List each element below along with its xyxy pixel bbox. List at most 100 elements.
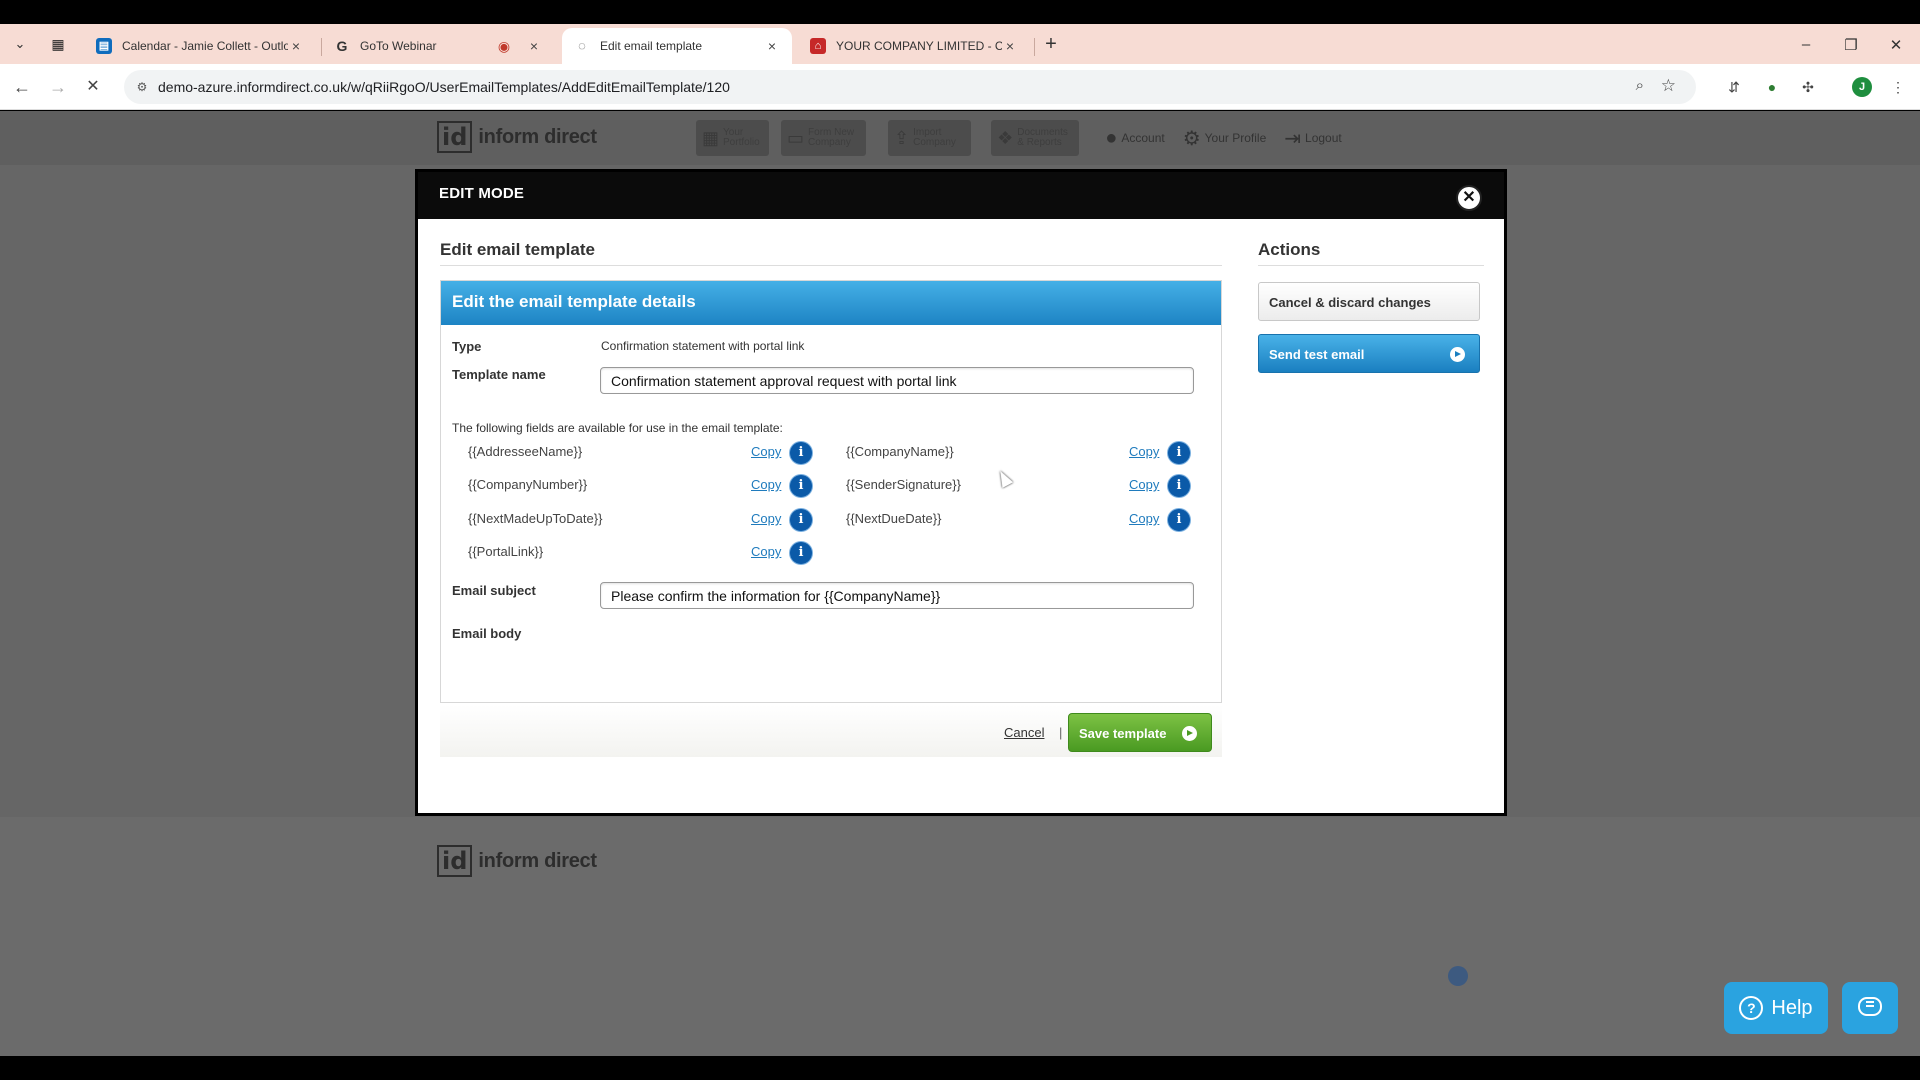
email-subject-input[interactable]	[600, 582, 1194, 609]
question-icon: ?	[1739, 996, 1764, 1020]
save-template-button[interactable]: Save template	[1068, 713, 1212, 752]
type-label: Type	[452, 339, 482, 354]
info-icon[interactable]: i	[790, 475, 812, 497]
documents-icon: ❖	[997, 128, 1014, 148]
email-subject-label: Email subject	[452, 583, 536, 598]
screen-bottom-bar	[0, 1056, 1920, 1080]
new-tab-plus-icon[interactable]: +	[1040, 34, 1062, 56]
nav-form-new-company[interactable]: ▭ Form New Company	[781, 120, 867, 156]
info-icon[interactable]: i	[790, 509, 812, 531]
logout-icon: ⇥	[1284, 127, 1302, 150]
info-icon[interactable]: i	[1168, 475, 1190, 497]
extension-globe-icon[interactable]: ●	[1762, 77, 1782, 97]
placeholder-next-made-up-to-date: {{NextMadeUpToDate}}	[468, 511, 603, 526]
extensions-puzzle-icon[interactable]: ✣	[1798, 77, 1818, 97]
url-text[interactable]: demo-azure.informdirect.co.uk/w/qRiiRgoO…	[158, 79, 730, 95]
placeholder-company-number: {{CompanyNumber}}	[468, 477, 588, 492]
back-arrow-icon[interactable]: ←	[10, 75, 34, 99]
tab-close-icon[interactable]: ×	[1002, 38, 1018, 54]
pinned-app-icon[interactable]: ▦	[48, 34, 68, 54]
copy-link[interactable]: Copy	[1129, 511, 1159, 526]
chat-bubble-icon	[1858, 997, 1882, 1016]
site-footer: id inform direct	[0, 817, 1920, 1056]
email-body-label: Email body	[452, 626, 522, 641]
site-header: id inform direct ▦ Your Portfolio ▭ Form…	[0, 111, 1920, 165]
divider	[1258, 265, 1484, 266]
info-icon[interactable]: i	[790, 542, 812, 564]
arrow-right-icon	[1450, 347, 1465, 362]
outlook-calendar-icon: ▤	[96, 38, 112, 54]
address-bar[interactable]: ⚙ demo-azure.informdirect.co.uk/w/qRiiRg…	[124, 70, 1696, 104]
stop-loading-icon[interactable]: ✕	[81, 75, 105, 99]
cancel-discard-button[interactable]: Cancel & discard changes	[1258, 282, 1480, 321]
template-name-label: Template name	[452, 367, 546, 382]
send-test-email-button[interactable]: Send test email	[1258, 334, 1480, 373]
divider	[440, 265, 1222, 266]
placeholder-portal-link: {{PortalLink}}	[468, 544, 544, 559]
tab-calendar[interactable]: ▤ Calendar - Jamie Collett - Outlo ×	[84, 28, 316, 64]
copy-link[interactable]: Copy	[1129, 444, 1159, 459]
nav-import-company[interactable]: ⇪ Import Company	[888, 120, 972, 156]
type-value: Confirmation statement with portal link	[601, 339, 805, 353]
site-logo[interactable]: id inform direct	[437, 121, 597, 153]
placeholder-next-due-date: {{NextDueDate}}	[846, 511, 942, 526]
nav-logout[interactable]: ⇥ Logout	[1278, 126, 1347, 151]
placeholder-company-name: {{CompanyName}}	[846, 444, 954, 459]
cancel-link[interactable]: Cancel	[1004, 725, 1044, 740]
tab-close-icon[interactable]: ×	[526, 38, 542, 54]
panel-header: Edit the email template details	[441, 281, 1221, 325]
import-icon: ⇪	[894, 128, 910, 148]
profile-avatar[interactable]: J	[1852, 77, 1872, 97]
copy-link[interactable]: Copy	[751, 511, 781, 526]
grid-icon: ▦	[702, 128, 720, 148]
chat-button[interactable]	[1842, 982, 1898, 1034]
footer-logo: id inform direct	[437, 845, 597, 877]
nav-account[interactable]: ● Account	[1099, 127, 1170, 150]
browser-menu-icon[interactable]: ⋮	[1888, 77, 1908, 97]
link-separator: |	[1059, 725, 1063, 740]
browser-tab-strip: ⌄ ▦ ▤ Calendar - Jamie Collett - Outlo ×…	[0, 24, 1920, 64]
site-settings-icon[interactable]: ⚙	[134, 79, 150, 95]
tab-close-icon[interactable]: ×	[764, 38, 780, 54]
info-icon[interactable]: i	[1168, 509, 1190, 531]
minimize-icon[interactable]: –	[1796, 36, 1816, 53]
modal-close-icon[interactable]: ✕	[1456, 185, 1482, 211]
info-icon[interactable]: i	[1168, 442, 1190, 464]
nav-your-profile[interactable]: ⚙ Your Profile	[1177, 126, 1273, 151]
tab-close-icon[interactable]: ×	[288, 38, 304, 54]
placeholder-sender-signature: {{SenderSignature}}	[846, 477, 961, 492]
form-icon: ▭	[787, 128, 805, 148]
tab-search-chevron-icon[interactable]: ⌄	[8, 32, 32, 56]
browser-toolbar: ← → ✕ ⚙ demo-azure.informdirect.co.uk/w/…	[0, 64, 1920, 110]
template-name-input[interactable]	[600, 367, 1194, 394]
gear-icon: ⚙	[1182, 127, 1201, 150]
copy-link[interactable]: Copy	[1129, 477, 1159, 492]
edit-mode-modal: EDIT MODE ✕ Edit email template Edit the…	[415, 169, 1507, 816]
user-icon: ●	[1105, 126, 1118, 149]
copy-link[interactable]: Copy	[751, 477, 781, 492]
restore-icon[interactable]: ❐	[1841, 36, 1861, 54]
copy-link[interactable]: Copy	[751, 544, 781, 559]
template-details-panel: Edit the email template details Type Con…	[440, 280, 1222, 703]
site-nav: ▦ Your Portfolio ▭ Form New Company ⇪ Im…	[696, 119, 1348, 157]
placeholder-addressee-name: {{AddresseeName}}	[468, 444, 583, 459]
nav-your-portfolio[interactable]: ▦ Your Portfolio	[696, 120, 770, 156]
zoom-icon[interactable]: ⌕	[1636, 77, 1644, 94]
info-icon[interactable]: i	[790, 442, 812, 464]
window-close-icon[interactable]: ✕	[1886, 36, 1906, 54]
nav-documents-reports[interactable]: ❖ Documents & Reports	[991, 120, 1080, 156]
tab-edit-email-template[interactable]: ◌ Edit email template ×	[562, 28, 792, 64]
modal-header: EDIT MODE ✕	[418, 172, 1504, 219]
screen-top-bar	[0, 0, 1920, 24]
translate-extension-icon[interactable]: ⇵	[1724, 77, 1744, 97]
copy-link[interactable]: Copy	[751, 444, 781, 459]
forward-arrow-icon[interactable]: →	[46, 75, 70, 99]
goto-icon: G	[336, 38, 348, 54]
help-button[interactable]: ? Help	[1724, 982, 1828, 1034]
bookmark-star-icon[interactable]: ☆	[1661, 76, 1676, 96]
pdf-icon: ⌂	[810, 38, 826, 54]
tab-gotowebinar[interactable]: G GoTo Webinar ◉ ×	[322, 28, 554, 64]
scroll-top-icon[interactable]	[1448, 966, 1468, 986]
form-footer: Cancel | Save template	[440, 705, 1222, 757]
tab-company-pdf[interactable]: ⌂ YOUR COMPANY LIMITED - Co ×	[798, 28, 1030, 64]
